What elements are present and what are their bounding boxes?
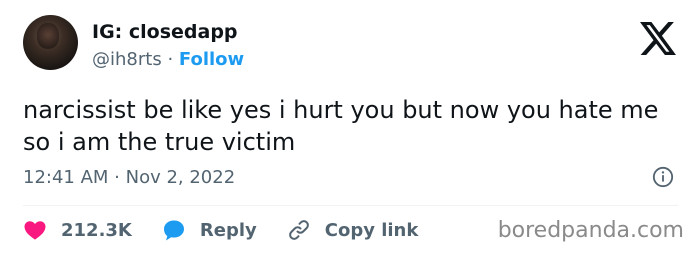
link-icon (288, 220, 309, 240)
author-display-name[interactable]: IG: closedapp (92, 20, 238, 44)
author-handle[interactable]: @ih8rts (92, 49, 162, 70)
follow-button[interactable]: Follow (179, 49, 244, 70)
x-logo-icon[interactable] (640, 22, 676, 55)
watermark: boredpanda.com (497, 218, 684, 243)
reply-button[interactable]: Reply (162, 218, 257, 242)
avatar[interactable] (23, 15, 78, 70)
copy-link-button[interactable]: Copy link (287, 218, 419, 242)
reply-label: Reply (199, 219, 257, 241)
author-handle-row: @ih8rts · Follow (92, 48, 244, 72)
tweet-timestamp[interactable]: 12:41 AM · Nov 2, 2022 (23, 166, 235, 190)
reply-bubble-icon (163, 220, 184, 241)
like-count: 212.3K (61, 219, 132, 241)
info-icon[interactable] (652, 166, 674, 188)
action-bar: 212.3K Reply Copy link (23, 216, 448, 244)
heart-icon (24, 221, 46, 240)
separator-dot: · (167, 49, 174, 70)
tweet-text: narcissist be like yes i hurt you but no… (23, 96, 659, 156)
divider (23, 205, 678, 206)
like-button[interactable]: 212.3K (23, 218, 132, 242)
copy-link-label: Copy link (324, 219, 419, 241)
